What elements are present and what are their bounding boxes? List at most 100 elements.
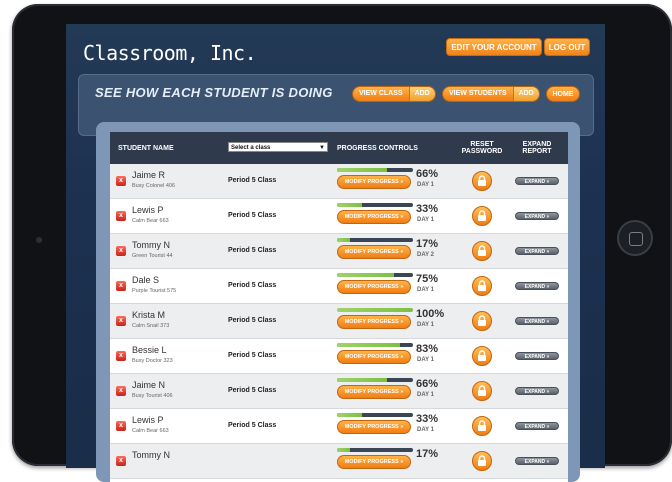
- edit-account-button[interactable]: EDIT YOUR ACCOUNT: [446, 38, 542, 56]
- reset-password-button[interactable]: [472, 346, 492, 366]
- view-students-group: VIEW STUDENTS ADD: [442, 86, 540, 102]
- lock-icon: [478, 280, 486, 291]
- x-icon[interactable]: x: [116, 316, 126, 326]
- table-row: x Lewis P Calm Bear 663 Period 5 Class MODIF…: [110, 199, 568, 234]
- reset-password-button[interactable]: [472, 206, 492, 226]
- col-student-name: STUDENT NAME: [118, 144, 174, 152]
- progress-bar: [337, 343, 413, 347]
- expand-report-button[interactable]: EXPAND »: [515, 352, 559, 360]
- x-icon[interactable]: x: [116, 211, 126, 221]
- student-class: Period 5 Class: [228, 212, 277, 219]
- logout-button[interactable]: LOG OUT: [544, 38, 590, 56]
- x-icon[interactable]: x: [116, 456, 126, 466]
- student-nickname: Green Tourist 44: [132, 253, 173, 259]
- lock-icon: [478, 350, 486, 361]
- add-class-button[interactable]: ADD: [408, 87, 435, 101]
- modify-progress-button[interactable]: MODIFY PROGRESS »: [337, 210, 411, 224]
- page-heading: SEE HOW EACH STUDENT IS DOING: [95, 85, 333, 100]
- progress-fill: [337, 343, 401, 347]
- student-nickname: Busy Colonel 406: [132, 183, 176, 189]
- modify-progress-button[interactable]: MODIFY PROGRESS »: [337, 455, 411, 469]
- progress-day: DAY 1: [417, 182, 435, 188]
- x-icon[interactable]: x: [116, 281, 126, 291]
- reset-password-button[interactable]: [472, 241, 492, 261]
- progress-day: DAY 1: [417, 392, 435, 398]
- progress-day: DAY 1: [417, 287, 435, 293]
- lock-icon: [478, 315, 486, 326]
- col-progress-controls: PROGRESS CONTROLS: [337, 144, 418, 152]
- progress-bar: [337, 168, 413, 172]
- table-row: x Krista M Calm Snail 373 Period 5 Class MOD…: [110, 304, 568, 339]
- class-select-value: Select a class: [231, 145, 271, 151]
- expand-report-button[interactable]: EXPAND »: [515, 247, 559, 255]
- x-icon[interactable]: x: [116, 246, 126, 256]
- col-expand-report: EXPAND REPORT: [522, 141, 552, 155]
- add-students-button[interactable]: ADD: [512, 87, 539, 101]
- expand-report-button[interactable]: EXPAND »: [515, 422, 559, 430]
- progress-percent: 83%: [416, 343, 439, 355]
- view-students-button[interactable]: VIEW STUDENTS: [443, 87, 513, 101]
- progress-fill: [337, 168, 388, 172]
- x-icon[interactable]: x: [116, 386, 126, 396]
- progress-bar: [337, 413, 413, 417]
- progress-bar: [337, 378, 413, 382]
- progress-fill: [337, 238, 350, 242]
- modify-progress-button[interactable]: MODIFY PROGRESS »: [337, 315, 411, 329]
- table-body: x Jaime R Busy Colonel 406 Period 5 Class MO…: [110, 164, 568, 479]
- expand-report-button[interactable]: EXPAND »: [515, 317, 559, 325]
- student-class: Period 5 Class: [228, 422, 277, 429]
- modify-progress-button[interactable]: MODIFY PROGRESS »: [337, 350, 411, 364]
- student-nickname: Purple Tourist 575: [132, 288, 177, 294]
- modify-progress-button[interactable]: MODIFY PROGRESS »: [337, 280, 411, 294]
- tablet-home-button[interactable]: [617, 220, 653, 256]
- reset-password-button[interactable]: [472, 171, 492, 191]
- reset-password-button[interactable]: [472, 311, 492, 331]
- modify-progress-button[interactable]: MODIFY PROGRESS »: [337, 175, 411, 189]
- student-name: Dale S: [132, 275, 160, 285]
- student-class: Period 5 Class: [228, 317, 277, 324]
- progress-bar: [337, 273, 413, 277]
- student-class: Period 5 Class: [228, 282, 277, 289]
- table-row: x Bessie L Busy Doctor 323 Period 5 Class MO…: [110, 339, 568, 374]
- lock-icon: [478, 245, 486, 256]
- student-table: STUDENT NAME Select a class ▼ PROGRESS C…: [110, 132, 568, 482]
- progress-percent: 66%: [416, 168, 439, 180]
- col-reset-password: RESET PASSWORD: [461, 141, 503, 155]
- lock-icon: [478, 385, 486, 396]
- x-icon[interactable]: x: [116, 421, 126, 431]
- expand-report-button[interactable]: EXPAND »: [515, 212, 559, 220]
- class-select[interactable]: Select a class ▼: [228, 142, 328, 152]
- progress-percent: 100%: [416, 308, 445, 320]
- progress-fill: [337, 203, 363, 207]
- reset-password-button[interactable]: [472, 451, 492, 471]
- modify-progress-button[interactable]: MODIFY PROGRESS »: [337, 245, 411, 259]
- progress-day: DAY 2: [417, 252, 435, 258]
- progress-fill: [337, 378, 388, 382]
- table-header: STUDENT NAME Select a class ▼ PROGRESS C…: [110, 132, 568, 164]
- student-class: Period 5 Class: [228, 177, 277, 184]
- home-button[interactable]: HOME: [546, 86, 580, 102]
- student-class: Period 5 Class: [228, 387, 277, 394]
- view-class-button[interactable]: VIEW CLASS: [353, 87, 409, 101]
- x-icon[interactable]: x: [116, 351, 126, 361]
- student-nickname: Calm Snail 373: [132, 323, 170, 329]
- expand-report-button[interactable]: EXPAND »: [515, 457, 559, 465]
- expand-report-button[interactable]: EXPAND »: [515, 177, 559, 185]
- progress-percent: 17%: [416, 448, 439, 460]
- reset-password-button[interactable]: [472, 416, 492, 436]
- reset-password-button[interactable]: [472, 381, 492, 401]
- table-row: x Jaime R Busy Colonel 406 Period 5 Class MO…: [110, 164, 568, 199]
- table-row: x Jaime N Busy Tourist 406 Period 5 Class MO…: [110, 374, 568, 409]
- modify-progress-button[interactable]: MODIFY PROGRESS »: [337, 385, 411, 399]
- student-name: Lewis P: [132, 205, 164, 215]
- x-icon[interactable]: x: [116, 176, 126, 186]
- modify-progress-button[interactable]: MODIFY PROGRESS »: [337, 420, 411, 434]
- reset-password-button[interactable]: [472, 276, 492, 296]
- table-row: x Tommy N MODIFY PROGRESS » 17% EXPAND »: [110, 444, 568, 479]
- progress-percent: 33%: [416, 203, 439, 215]
- student-name: Lewis P: [132, 415, 164, 425]
- lock-icon: [478, 455, 486, 466]
- progress-percent: 75%: [416, 273, 439, 285]
- expand-report-button[interactable]: EXPAND »: [515, 282, 559, 290]
- expand-report-button[interactable]: EXPAND »: [515, 387, 559, 395]
